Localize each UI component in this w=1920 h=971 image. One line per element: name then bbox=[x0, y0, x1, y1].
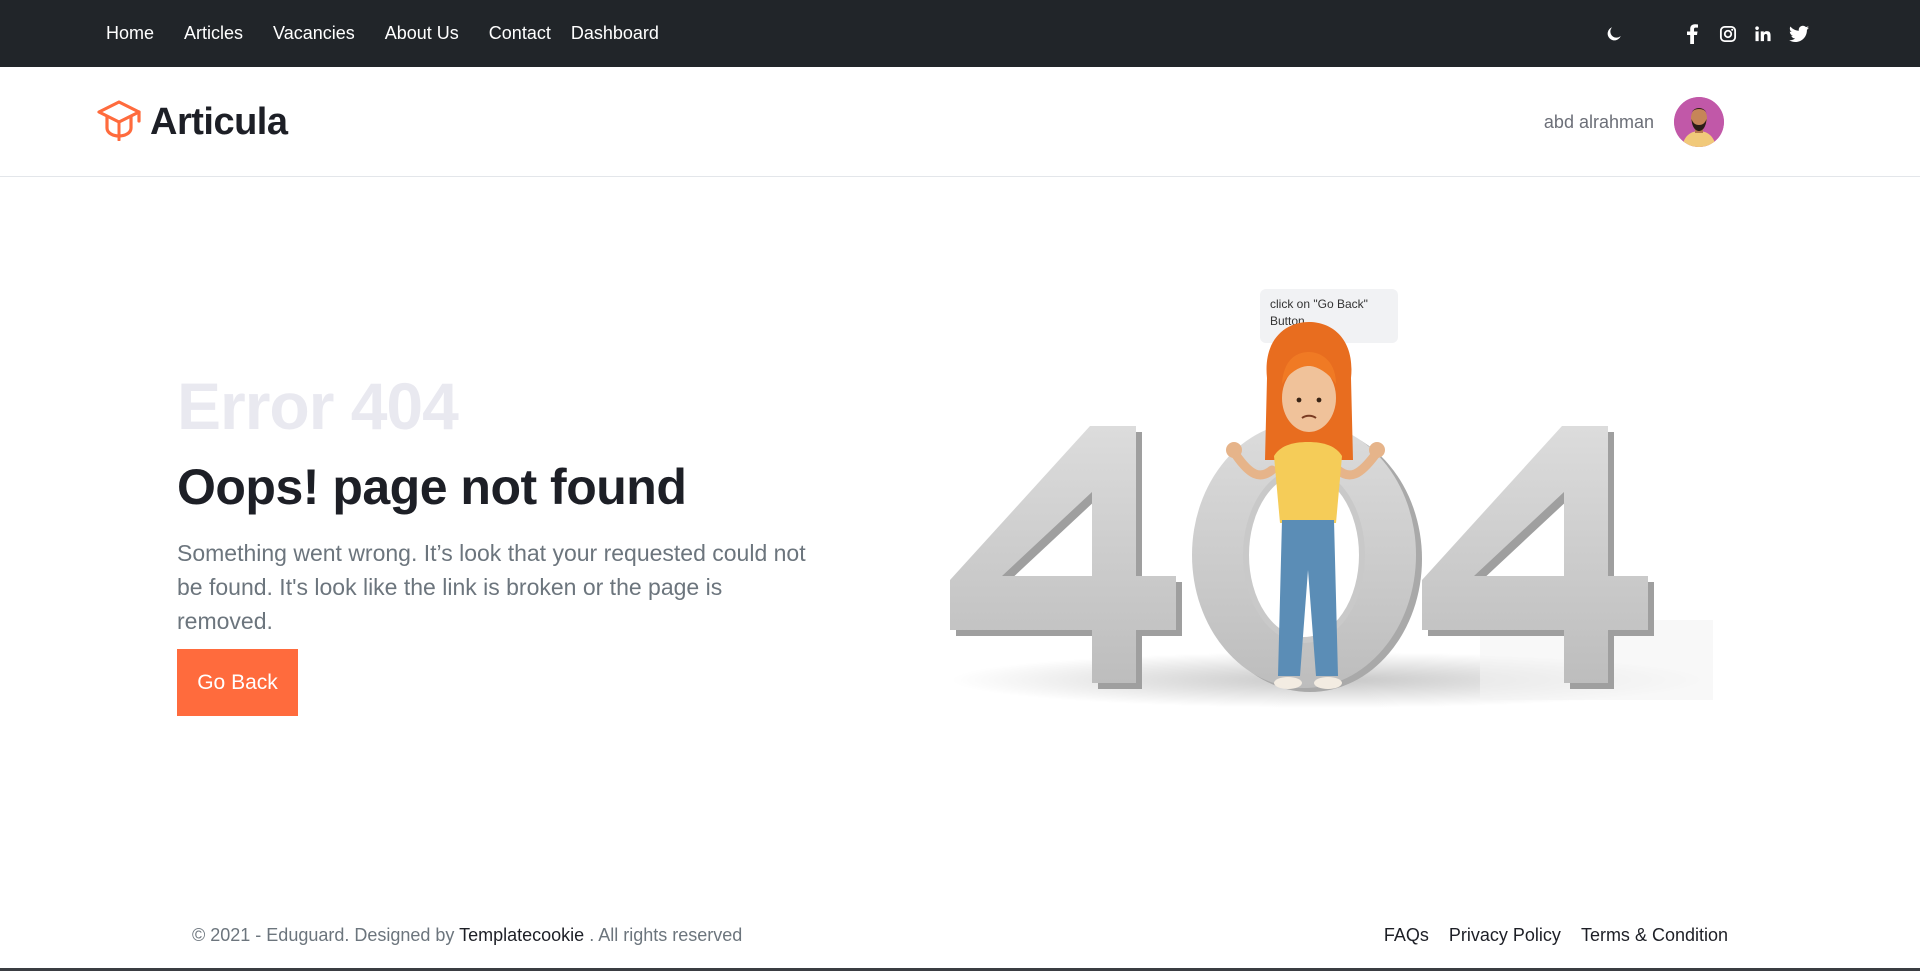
nav-about-us[interactable]: About Us bbox=[385, 23, 459, 44]
user-menu[interactable]: abd alrahman bbox=[1544, 97, 1724, 147]
nav-contact[interactable]: Contact bbox=[489, 23, 551, 44]
user-name: abd alrahman bbox=[1543, 111, 1654, 132]
nav-vacancies[interactable]: Vacancies bbox=[273, 23, 355, 44]
top-navbar: Home Articles Vacancies About Us Contact… bbox=[0, 0, 1920, 67]
avatar[interactable] bbox=[1674, 97, 1724, 147]
go-back-button[interactable]: Go Back bbox=[177, 649, 298, 716]
footer-link-faqs[interactable]: FAQs bbox=[1384, 925, 1429, 946]
footer-link-privacy-policy[interactable]: Privacy Policy bbox=[1449, 925, 1561, 946]
error-code: Error 404 bbox=[177, 369, 459, 443]
404-illustration bbox=[950, 322, 1713, 708]
nav-home[interactable]: Home bbox=[106, 23, 154, 44]
site-header: Articula abd alrahman bbox=[0, 67, 1920, 177]
main-nav: Home Articles Vacancies About Us Contact… bbox=[106, 0, 659, 67]
twitter-icon[interactable] bbox=[1788, 24, 1810, 44]
logo-text: Articula bbox=[150, 101, 288, 143]
top-icons bbox=[1604, 0, 1810, 67]
moon-icon[interactable] bbox=[1604, 24, 1624, 44]
copyright-suffix: . All rights reserved bbox=[589, 925, 743, 945]
logo[interactable]: Articula bbox=[96, 99, 288, 146]
facebook-icon[interactable] bbox=[1684, 23, 1700, 44]
footer-links: FAQs Privacy Policy Terms & Condition bbox=[1364, 925, 1728, 946]
templatecookie-link[interactable]: Templatecookie bbox=[459, 925, 584, 945]
linkedin-icon[interactable] bbox=[1753, 24, 1773, 44]
footer-link-terms[interactable]: Terms & Condition bbox=[1581, 925, 1728, 946]
graduation-cap-icon bbox=[96, 99, 142, 146]
instagram-icon[interactable] bbox=[1718, 24, 1738, 44]
error-description: Something went wrong. It’s look that you… bbox=[177, 540, 806, 634]
page-title: Oops! page not found bbox=[177, 459, 687, 515]
footer-copyright: © 2021 - Eduguard. Designed by Templatec… bbox=[192, 925, 742, 946]
nav-dashboard[interactable]: Dashboard bbox=[571, 23, 659, 44]
copyright-prefix: © 2021 - Eduguard. Designed by bbox=[192, 925, 455, 945]
digit-four-left bbox=[950, 426, 1182, 689]
nav-articles[interactable]: Articles bbox=[184, 23, 243, 44]
